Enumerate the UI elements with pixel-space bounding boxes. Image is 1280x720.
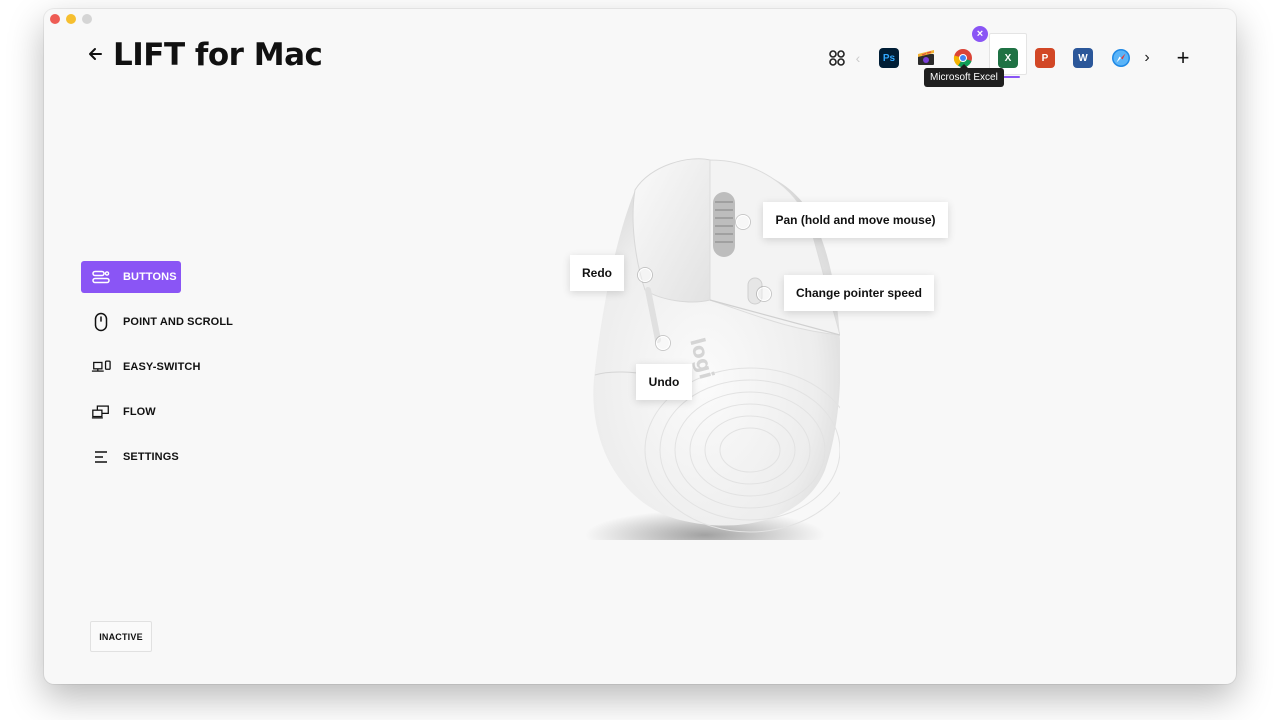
- settings-icon: [91, 447, 111, 467]
- inactive-status-button[interactable]: INACTIVE: [90, 621, 152, 652]
- back-arrow-icon[interactable]: [86, 43, 104, 65]
- scroll-left-icon[interactable]: ‹: [851, 40, 865, 76]
- nav-label-buttons: BUTTONS: [123, 271, 177, 283]
- photoshop-app-icon[interactable]: Ps: [871, 40, 907, 76]
- powerpoint-app-icon[interactable]: P: [1027, 40, 1063, 76]
- photoshop-logo: Ps: [879, 48, 899, 68]
- scroll-right-icon[interactable]: ›: [1137, 40, 1157, 76]
- nav-item-settings[interactable]: SETTINGS: [81, 441, 251, 473]
- pointer-speed-callout[interactable]: Change pointer speed: [784, 275, 934, 311]
- pan-callout[interactable]: Pan (hold and move mouse): [763, 202, 948, 238]
- nav-item-easy-switch[interactable]: EASY-SWITCH: [81, 351, 251, 383]
- mouse-icon: [91, 312, 111, 332]
- app-tooltip: Microsoft Excel: [924, 64, 1004, 87]
- easy-switch-icon: [91, 357, 111, 377]
- redo-callout[interactable]: Redo: [570, 255, 624, 291]
- redo-hotspot[interactable]: [638, 268, 652, 282]
- app-profile-bar: ‹ Ps X P W › +: [819, 33, 1201, 78]
- page-title: LIFT for Mac: [113, 37, 323, 73]
- nav-label-settings: SETTINGS: [123, 451, 179, 463]
- remove-app-icon[interactable]: ×: [972, 26, 988, 42]
- sidebar-nav: BUTTONS POINT AND SCROLL EASY-SWITCH FLO…: [81, 261, 251, 486]
- pan-hotspot[interactable]: [736, 215, 750, 229]
- close-window-button[interactable]: [50, 14, 60, 24]
- nav-item-flow[interactable]: FLOW: [81, 396, 251, 428]
- nav-item-buttons[interactable]: BUTTONS: [81, 261, 181, 293]
- safari-app-icon[interactable]: [1103, 40, 1139, 76]
- word-logo: W: [1073, 48, 1093, 68]
- undo-hotspot[interactable]: [656, 336, 670, 350]
- nav-label-flow: FLOW: [123, 406, 156, 418]
- powerpoint-logo: P: [1035, 48, 1055, 68]
- maximize-window-button[interactable]: [82, 14, 92, 24]
- nav-label-point-and-scroll: POINT AND SCROLL: [123, 316, 233, 328]
- buttons-icon: [91, 267, 111, 287]
- undo-callout[interactable]: Undo: [636, 364, 692, 400]
- nav-label-easy-switch: EASY-SWITCH: [123, 361, 201, 373]
- window-controls: [50, 14, 92, 24]
- flow-icon: [91, 402, 111, 422]
- minimize-window-button[interactable]: [66, 14, 76, 24]
- add-application-icon[interactable]: +: [1165, 40, 1201, 76]
- pointer-speed-hotspot[interactable]: [757, 287, 771, 301]
- nav-item-point-and-scroll[interactable]: POINT AND SCROLL: [81, 306, 251, 338]
- word-app-icon[interactable]: W: [1065, 40, 1101, 76]
- all-applications-icon[interactable]: [819, 40, 855, 76]
- excel-logo: X: [998, 48, 1018, 68]
